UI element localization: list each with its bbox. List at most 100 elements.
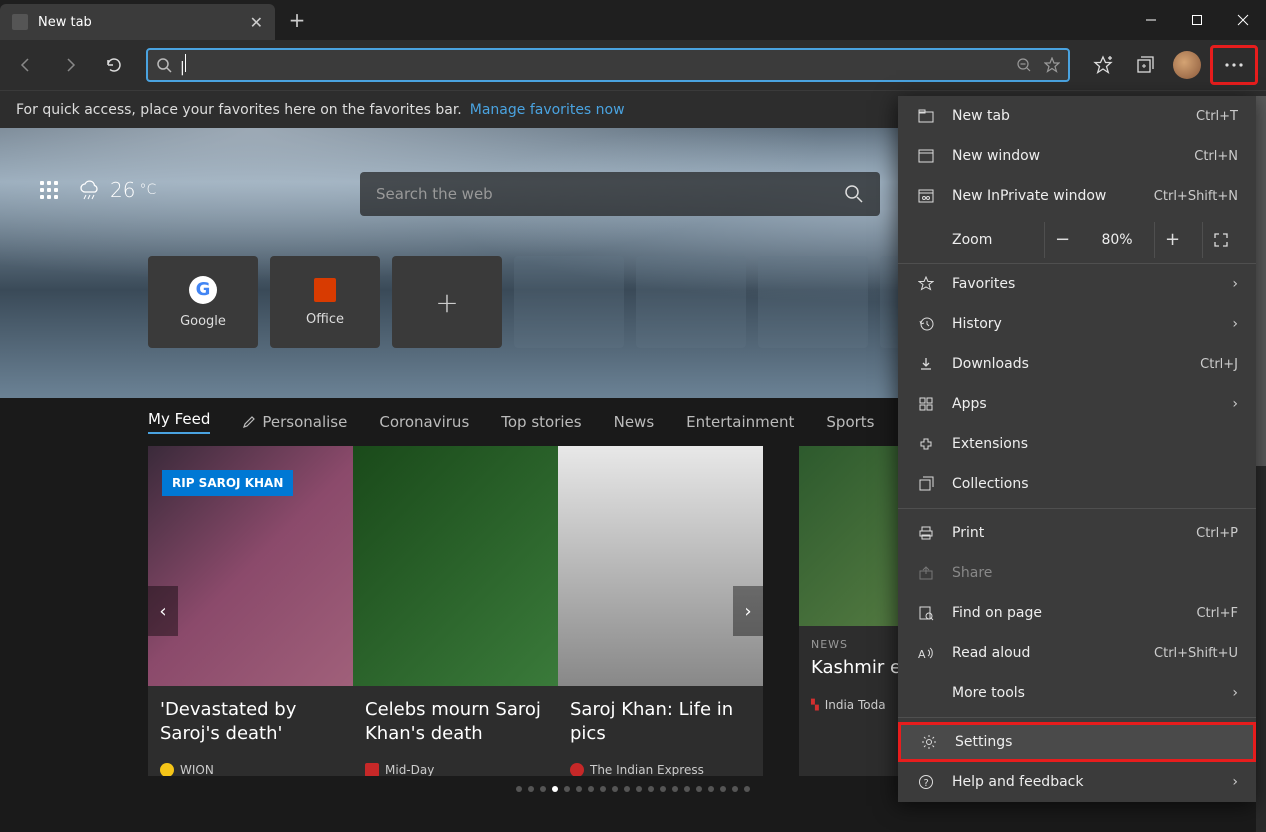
read-aloud-icon: A: [916, 645, 936, 661]
menu-zoom: Zoom − 80% +: [898, 216, 1256, 264]
toolbar: |: [0, 40, 1266, 90]
new-window-icon: [916, 149, 936, 163]
forward-button[interactable]: [52, 47, 88, 83]
menu-apps[interactable]: Apps›: [898, 384, 1256, 424]
card-source: WION: [180, 763, 214, 776]
feed-tab-sports[interactable]: Sports: [826, 410, 874, 434]
minimize-button[interactable]: [1128, 4, 1174, 36]
google-icon: G: [189, 276, 217, 304]
zoom-indicator-icon[interactable]: [1016, 57, 1032, 73]
menu-new-window[interactable]: New windowCtrl+N: [898, 136, 1256, 176]
weather-unit: °C: [139, 182, 156, 198]
card-source: Mid-Day: [385, 763, 434, 776]
apps-launcher-icon[interactable]: [40, 181, 58, 199]
menu-history[interactable]: History›: [898, 304, 1256, 344]
feed-card[interactable]: RIP SAROJ KHAN 'Devastated by Saroj's de…: [148, 446, 353, 776]
quick-links: G Google Office +: [148, 256, 990, 348]
zoom-value: 80%: [1092, 232, 1142, 248]
menu-print[interactable]: PrintCtrl+P: [898, 513, 1256, 553]
tile-empty[interactable]: [758, 256, 868, 348]
refresh-button[interactable]: [96, 47, 132, 83]
carousel-prev-button[interactable]: ‹: [148, 586, 178, 636]
menu-downloads[interactable]: DownloadsCtrl+J: [898, 344, 1256, 384]
collections-icon: [916, 476, 936, 492]
feed-carousel: ‹ RIP SAROJ KHAN 'Devastated by Saroj's …: [148, 446, 763, 776]
scroll-thumb[interactable]: [1256, 96, 1266, 466]
source-icon: ▚: [811, 700, 819, 711]
svg-text:A: A: [918, 648, 926, 661]
menu-read-aloud[interactable]: ARead aloudCtrl+Shift+U: [898, 633, 1256, 673]
menu-favorites[interactable]: Favorites›: [898, 264, 1256, 304]
zoom-label: Zoom: [916, 232, 1032, 248]
browser-tab[interactable]: New tab ✕: [0, 4, 275, 40]
tile-label: Office: [306, 312, 344, 327]
close-window-button[interactable]: [1220, 4, 1266, 36]
carousel-next-button[interactable]: ›: [733, 586, 763, 636]
menu-inprivate[interactable]: New InPrivate windowCtrl+Shift+N: [898, 176, 1256, 216]
weather-temp: 26: [110, 178, 135, 202]
tile-empty[interactable]: [514, 256, 624, 348]
address-bar[interactable]: |: [146, 48, 1070, 82]
plus-icon: +: [435, 286, 458, 319]
profile-avatar[interactable]: [1168, 47, 1206, 83]
fullscreen-button[interactable]: [1202, 222, 1238, 258]
share-icon: [916, 565, 936, 581]
web-search-box[interactable]: [360, 172, 880, 216]
help-icon: ?: [916, 774, 936, 790]
gear-icon: [919, 734, 939, 750]
source-icon: [160, 763, 174, 776]
tile-add[interactable]: +: [392, 256, 502, 348]
menu-extensions[interactable]: Extensions: [898, 424, 1256, 464]
extensions-icon: [916, 436, 936, 452]
tile-google[interactable]: G Google: [148, 256, 258, 348]
menu-share: Share: [898, 553, 1256, 593]
back-button[interactable]: [8, 47, 44, 83]
menu-settings[interactable]: Settings: [898, 722, 1256, 762]
card-title: Saroj Khan: Life in pics: [570, 698, 751, 747]
inprivate-icon: [916, 189, 936, 203]
search-icon: [156, 57, 172, 73]
menu-find[interactable]: Find on pageCtrl+F: [898, 593, 1256, 633]
menu-collections[interactable]: Collections: [898, 464, 1256, 504]
feed-tab-entertainment[interactable]: Entertainment: [686, 410, 794, 434]
feed-tab-topstories[interactable]: Top stories: [501, 410, 581, 434]
address-input[interactable]: |: [180, 54, 1008, 76]
zoom-out-button[interactable]: −: [1044, 222, 1080, 258]
svg-text:?: ?: [924, 778, 929, 789]
feed-tab-news[interactable]: News: [614, 410, 655, 434]
tile-empty[interactable]: [636, 256, 746, 348]
tile-label: Google: [180, 314, 226, 329]
feed-card[interactable]: Celebs mourn Saroj Khan's death Mid-Day: [353, 446, 558, 776]
tile-office[interactable]: Office: [270, 256, 380, 348]
menu-new-tab[interactable]: New tabCtrl+T: [898, 96, 1256, 136]
weather-widget[interactable]: 26°C: [78, 178, 156, 202]
scrollbar[interactable]: [1256, 96, 1266, 832]
favorites-button[interactable]: [1084, 47, 1122, 83]
pencil-icon: [242, 415, 256, 429]
web-search-input[interactable]: [376, 185, 844, 203]
maximize-button[interactable]: [1174, 4, 1220, 36]
feed-tab-myfeed[interactable]: My Feed: [148, 410, 210, 434]
favorite-star-icon[interactable]: [1044, 57, 1060, 73]
settings-menu: New tabCtrl+T New windowCtrl+N New InPri…: [898, 96, 1256, 802]
more-menu-button[interactable]: [1210, 45, 1258, 85]
print-icon: [916, 525, 936, 541]
menu-more-tools[interactable]: More tools›: [898, 673, 1256, 713]
manage-favorites-link[interactable]: Manage favorites now: [470, 102, 625, 118]
search-submit-icon[interactable]: [844, 184, 864, 204]
menu-help[interactable]: ?Help and feedback›: [898, 762, 1256, 802]
favbar-hint: For quick access, place your favorites h…: [16, 102, 462, 118]
feed-tab-personalise[interactable]: Personalise: [242, 410, 347, 434]
zoom-in-button[interactable]: +: [1154, 222, 1190, 258]
collections-button[interactable]: [1126, 47, 1164, 83]
weather-icon: [78, 178, 102, 202]
chevron-right-icon: ›: [1232, 396, 1238, 412]
close-tab-icon[interactable]: ✕: [250, 13, 263, 32]
card-image: [558, 446, 763, 686]
chevron-right-icon: ›: [1232, 685, 1238, 701]
new-tab-button[interactable]: +: [279, 2, 315, 38]
feed-tab-coronavirus[interactable]: Coronavirus: [379, 410, 469, 434]
apps-icon: [916, 396, 936, 412]
titlebar: New tab ✕ +: [0, 0, 1266, 40]
card-title: Celebs mourn Saroj Khan's death: [365, 698, 546, 747]
